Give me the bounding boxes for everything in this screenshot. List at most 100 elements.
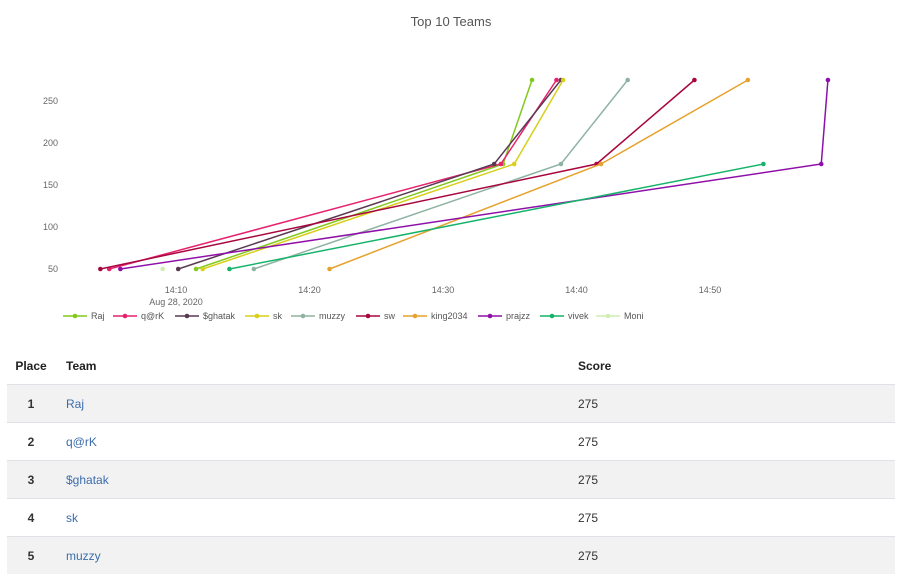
legend-item[interactable]: Moni: [596, 311, 644, 321]
row-score: 275: [578, 498, 895, 537]
header-place[interactable]: Place: [7, 347, 55, 385]
team-link[interactable]: $ghatak: [66, 473, 109, 487]
y-tick-label: 150: [43, 180, 58, 190]
data-point[interactable]: [558, 161, 564, 167]
legend-label: vivek: [568, 311, 589, 321]
x-tick-label: 14:30: [432, 285, 455, 295]
table-row: 4 sk 275: [7, 498, 895, 537]
legend-label: prajzz: [506, 311, 531, 321]
data-point[interactable]: [598, 161, 604, 167]
y-tick-label: 50: [48, 264, 58, 274]
data-point[interactable]: [761, 161, 766, 167]
row-team: sk: [55, 498, 578, 537]
data-point[interactable]: [118, 266, 123, 272]
legend-marker-icon: [254, 313, 260, 319]
x-tick-label: 14:50: [699, 285, 722, 295]
legend-label: Raj: [91, 311, 105, 321]
row-team: Raj: [55, 384, 578, 423]
legend-item[interactable]: king2034: [403, 311, 468, 321]
data-point[interactable]: [200, 266, 205, 272]
data-point[interactable]: [160, 266, 165, 272]
y-tick-label: 250: [43, 96, 58, 106]
legend-item[interactable]: sw: [356, 311, 396, 321]
data-point[interactable]: [818, 161, 824, 167]
x-tick-label: 14:10: [165, 285, 188, 295]
table-row: 5 muzzy 275: [7, 536, 895, 574]
x-axis: 14:10 14:20 14:30 14:40 14:50 Aug 28, 2020: [149, 285, 721, 307]
data-point[interactable]: [560, 77, 566, 83]
y-tick-label: 200: [43, 138, 58, 148]
data-point[interactable]: [251, 266, 257, 272]
legend-marker-icon: [412, 313, 418, 319]
team-link[interactable]: Raj: [66, 397, 84, 411]
data-point[interactable]: [327, 266, 332, 272]
data-point[interactable]: [825, 77, 831, 83]
data-point[interactable]: [98, 266, 103, 272]
data-point[interactable]: [692, 77, 697, 83]
legend-item[interactable]: muzzy: [291, 311, 346, 321]
series-Moni: [160, 266, 165, 272]
legend-item[interactable]: Raj: [63, 311, 105, 321]
row-place: 3: [7, 460, 55, 499]
legend-marker-icon: [605, 313, 611, 319]
legend-marker-icon: [300, 313, 306, 319]
legend-marker-icon: [487, 313, 493, 319]
legend-item[interactable]: $ghatak: [175, 311, 236, 321]
legend-label: q@rK: [141, 311, 164, 321]
x-tick-label: 14:20: [298, 285, 321, 295]
data-point[interactable]: [511, 161, 517, 167]
legend-item[interactable]: sk: [245, 311, 283, 321]
legend-marker-icon: [549, 313, 555, 319]
legend-label: sw: [384, 311, 396, 321]
chart-title: Top 10 Teams: [411, 14, 492, 29]
legend-label: sk: [273, 311, 283, 321]
legend-marker-icon: [184, 313, 190, 319]
data-point[interactable]: [554, 77, 559, 83]
row-place: 4: [7, 498, 55, 537]
data-point[interactable]: [529, 77, 535, 83]
row-score: 275: [578, 460, 895, 499]
row-place: 1: [7, 384, 55, 423]
row-team: $ghatak: [55, 460, 578, 499]
data-point[interactable]: [175, 266, 181, 272]
row-score: 275: [578, 384, 895, 423]
series-layer: [98, 77, 831, 272]
x-date-label: Aug 28, 2020: [149, 297, 203, 307]
legend-label: muzzy: [319, 311, 346, 321]
row-team: q@rK: [55, 422, 578, 461]
legend-marker-icon: [72, 313, 78, 319]
legend: Raj q@rK $ghatak sk muzzy sw king2034 prajzz viv…: [63, 311, 644, 321]
data-point[interactable]: [625, 77, 630, 83]
row-place: 5: [7, 536, 55, 574]
table-row: 3 $ghatak 275: [7, 460, 895, 499]
team-link[interactable]: q@rK: [66, 435, 97, 449]
data-point[interactable]: [193, 266, 199, 272]
scoreboard-table: Place Team Score 1 Raj 275 2 q@rK 275 3 …: [7, 347, 895, 574]
table-header-row: Place Team Score: [7, 347, 895, 385]
row-place: 2: [7, 422, 55, 461]
row-score: 275: [578, 536, 895, 574]
row-score: 275: [578, 422, 895, 461]
legend-item[interactable]: q@rK: [113, 311, 164, 321]
header-team[interactable]: Team: [55, 347, 578, 385]
legend-marker-icon: [122, 313, 128, 319]
team-link[interactable]: sk: [66, 511, 78, 525]
series-line: [109, 79, 558, 270]
legend-item[interactable]: vivek: [540, 311, 589, 321]
y-axis: 50 100 150 200 250: [43, 96, 58, 274]
header-score[interactable]: Score: [578, 347, 895, 385]
series-line: [202, 79, 564, 270]
team-link[interactable]: muzzy: [66, 549, 101, 563]
data-point[interactable]: [745, 77, 751, 83]
x-tick-label: 14:40: [565, 285, 588, 295]
data-point[interactable]: [498, 161, 504, 167]
legend-label: $ghatak: [203, 311, 236, 321]
legend-label: Moni: [624, 311, 644, 321]
legend-label: king2034: [431, 311, 468, 321]
table-row: 1 Raj 275: [7, 384, 895, 423]
data-point[interactable]: [227, 266, 232, 272]
data-point[interactable]: [491, 161, 497, 167]
row-team: muzzy: [55, 536, 578, 574]
y-tick-label: 100: [43, 222, 58, 232]
legend-item[interactable]: prajzz: [478, 311, 531, 321]
